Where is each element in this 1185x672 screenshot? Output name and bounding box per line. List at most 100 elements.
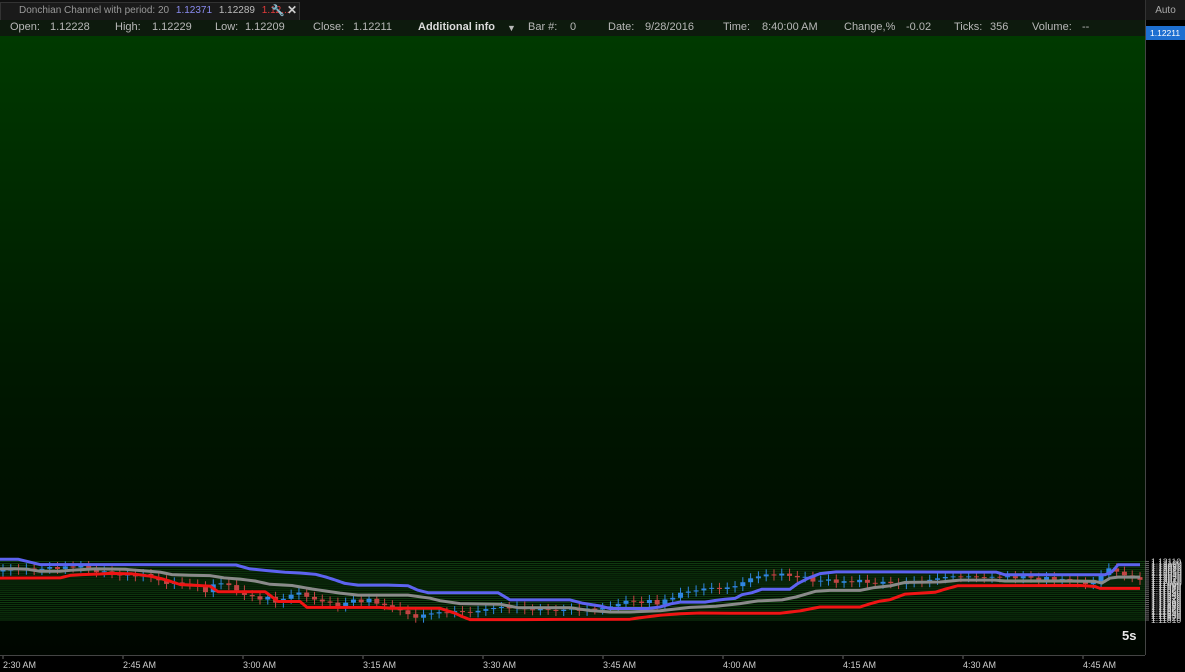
- bar-label: Bar #:: [528, 21, 558, 33]
- candle-10: [78, 566, 84, 568]
- candle-49: [382, 603, 388, 606]
- ticks-value: 356: [990, 21, 1009, 33]
- candle-13: [101, 571, 107, 573]
- candle-53: [413, 614, 419, 618]
- candle-113: [880, 581, 886, 584]
- candle-71: [553, 609, 559, 612]
- candle-52: [405, 610, 411, 615]
- low-value: 1.12209: [245, 21, 285, 33]
- candle-37: [288, 594, 294, 599]
- x-tick-label-9: 4:45 AM: [1083, 660, 1116, 670]
- price-axis[interactable]: 1.12110 1.12100 1.12090 1.12080 1.12070 1.120…: [1145, 20, 1185, 655]
- date-value: 9/28/2016: [645, 21, 694, 33]
- candle-99: [771, 574, 777, 576]
- price-chart[interactable]: [0, 36, 1145, 655]
- candle-124: [966, 576, 972, 578]
- candle-56: [436, 612, 442, 614]
- candle-54: [421, 614, 427, 618]
- candle-42: [327, 601, 333, 603]
- candle-106: [825, 579, 831, 581]
- x-tick-label-7: 4:15 AM: [843, 660, 876, 670]
- candle-110: [857, 579, 863, 583]
- candle-95: [740, 582, 746, 587]
- candle-134: [1044, 576, 1050, 580]
- candle-128: [997, 576, 1003, 578]
- candle-55: [428, 613, 434, 615]
- x-tick-label-8: 4:30 AM: [963, 660, 996, 670]
- indicator-tab[interactable]: Donchian Channel with period: 20 1.12371…: [0, 2, 300, 20]
- close-icon[interactable]: ✕: [287, 3, 297, 17]
- indicator-label: Donchian Channel with period: 20: [19, 5, 170, 16]
- upper-channel-line: [0, 557, 1140, 610]
- candle-84: [654, 599, 660, 605]
- x-tick-label-2: 3:00 AM: [243, 660, 276, 670]
- candle-132: [1028, 576, 1034, 578]
- price-axis-svg: 1.121101.121001.120901.120801.120701.120…: [1145, 26, 1185, 625]
- bar-value: 0: [570, 21, 577, 33]
- x-tick-label-3: 3:15 AM: [363, 660, 396, 670]
- candle-88: [685, 591, 691, 593]
- time-axis-svg: 2:30 AM 2:45 AM 3:00 AM 3:15 AM 3:30 AM 3:45 …: [2, 656, 1116, 670]
- high-label: High:: [115, 21, 141, 33]
- candle-98: [763, 574, 769, 577]
- chart-tab-bar: Donchian Channel with period: 20 1.12371…: [0, 0, 1145, 21]
- middle-value: 1.12289: [218, 5, 255, 16]
- x-tick-label-6: 4:00 AM: [723, 660, 756, 670]
- candle-89: [693, 590, 699, 592]
- upper-value: 1.12371: [175, 5, 213, 16]
- candle-62: [483, 609, 489, 611]
- candle-120: [935, 578, 941, 580]
- low-label: Low:: [215, 21, 239, 33]
- x-tick-label-1: 2:45 AM: [123, 660, 156, 670]
- chart-plot[interactable]: [0, 36, 1145, 655]
- time-value: 8:40:00 AM: [762, 21, 818, 33]
- candle-38: [296, 592, 302, 595]
- candle-7: [55, 566, 61, 569]
- period-label: 5s: [1122, 628, 1137, 643]
- auto-scale-button[interactable]: Auto: [1145, 0, 1185, 20]
- candle-83: [646, 599, 652, 604]
- candle-111: [864, 579, 870, 583]
- chevron-down-icon[interactable]: ▼: [507, 23, 516, 33]
- candle-112: [872, 582, 878, 584]
- open-label: Open:: [10, 21, 40, 33]
- candle-34: [265, 596, 271, 600]
- candle-48: [374, 598, 380, 604]
- y-tick-label-30: 1.11810: [1151, 615, 1181, 625]
- wrench-icon[interactable]: 🔧: [271, 4, 285, 17]
- x-tick-label-4: 3:30 AM: [483, 660, 516, 670]
- candle-144: [1121, 571, 1127, 576]
- candle-129: [1005, 576, 1011, 578]
- candle-91: [709, 587, 715, 589]
- candle-9: [70, 566, 76, 568]
- candle-40: [312, 596, 318, 600]
- candle-102: [794, 575, 800, 578]
- volume-value: --: [1082, 21, 1090, 33]
- candle-126: [981, 577, 987, 579]
- candle-6: [47, 566, 53, 569]
- date-label: Date:: [608, 21, 635, 33]
- current-price-label: 1.12211: [1150, 28, 1180, 38]
- ticks-label: Ticks:: [954, 21, 983, 33]
- candle-127: [989, 576, 995, 578]
- candle-33: [257, 596, 263, 600]
- candle-93: [724, 587, 730, 590]
- candle-130: [1012, 576, 1018, 579]
- candle-29: [226, 583, 232, 586]
- candle-125: [973, 576, 979, 578]
- candle-72: [561, 609, 567, 612]
- candle-68: [530, 609, 536, 611]
- candle-92: [716, 587, 722, 590]
- change-label: Change,%: [844, 21, 896, 33]
- candle-133: [1036, 577, 1042, 580]
- open-value: 1.12228: [50, 21, 90, 33]
- time-axis[interactable]: 2:30 AM 2:45 AM 3:00 AM 3:15 AM 3:30 AM 3:45 …: [0, 655, 1145, 671]
- candle-97: [755, 576, 761, 579]
- x-tick-label-5: 3:45 AM: [603, 660, 636, 670]
- additional-info-dropdown[interactable]: Additional info: [418, 21, 495, 33]
- high-value: 1.12229: [152, 21, 192, 33]
- candle-45: [350, 599, 356, 603]
- close-value: 1.12211: [353, 21, 392, 33]
- candle-107: [833, 579, 839, 583]
- candle-46: [358, 599, 364, 603]
